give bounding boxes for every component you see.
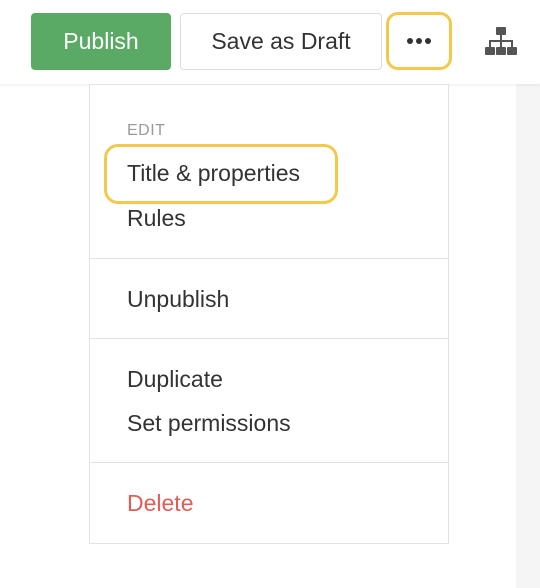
menu-item-set-permissions[interactable]: Set permissions bbox=[127, 410, 291, 437]
menu-item-title-properties[interactable]: Title & properties bbox=[127, 160, 300, 187]
menu-section-delete: Delete bbox=[90, 463, 448, 543]
menu-section-manage: Duplicate Set permissions bbox=[90, 339, 448, 463]
menu-section-edit: EDIT Title & properties Rules bbox=[90, 85, 448, 259]
menu-item-rules[interactable]: Rules bbox=[127, 205, 186, 232]
save-as-draft-button[interactable]: Save as Draft bbox=[180, 13, 382, 70]
more-options-menu: EDIT Title & properties Rules Unpublish … bbox=[89, 84, 449, 544]
publish-button[interactable]: Publish bbox=[31, 13, 171, 70]
more-options-button[interactable] bbox=[386, 12, 452, 70]
more-horizontal-icon bbox=[407, 38, 431, 44]
top-toolbar: Publish Save as Draft bbox=[0, 0, 540, 84]
menu-section-publish: Unpublish bbox=[90, 259, 448, 339]
menu-item-delete[interactable]: Delete bbox=[127, 490, 193, 517]
menu-item-unpublish[interactable]: Unpublish bbox=[127, 286, 229, 313]
section-label-edit: EDIT bbox=[127, 122, 166, 139]
menu-item-duplicate[interactable]: Duplicate bbox=[127, 366, 223, 393]
sitemap-icon[interactable] bbox=[484, 26, 518, 56]
